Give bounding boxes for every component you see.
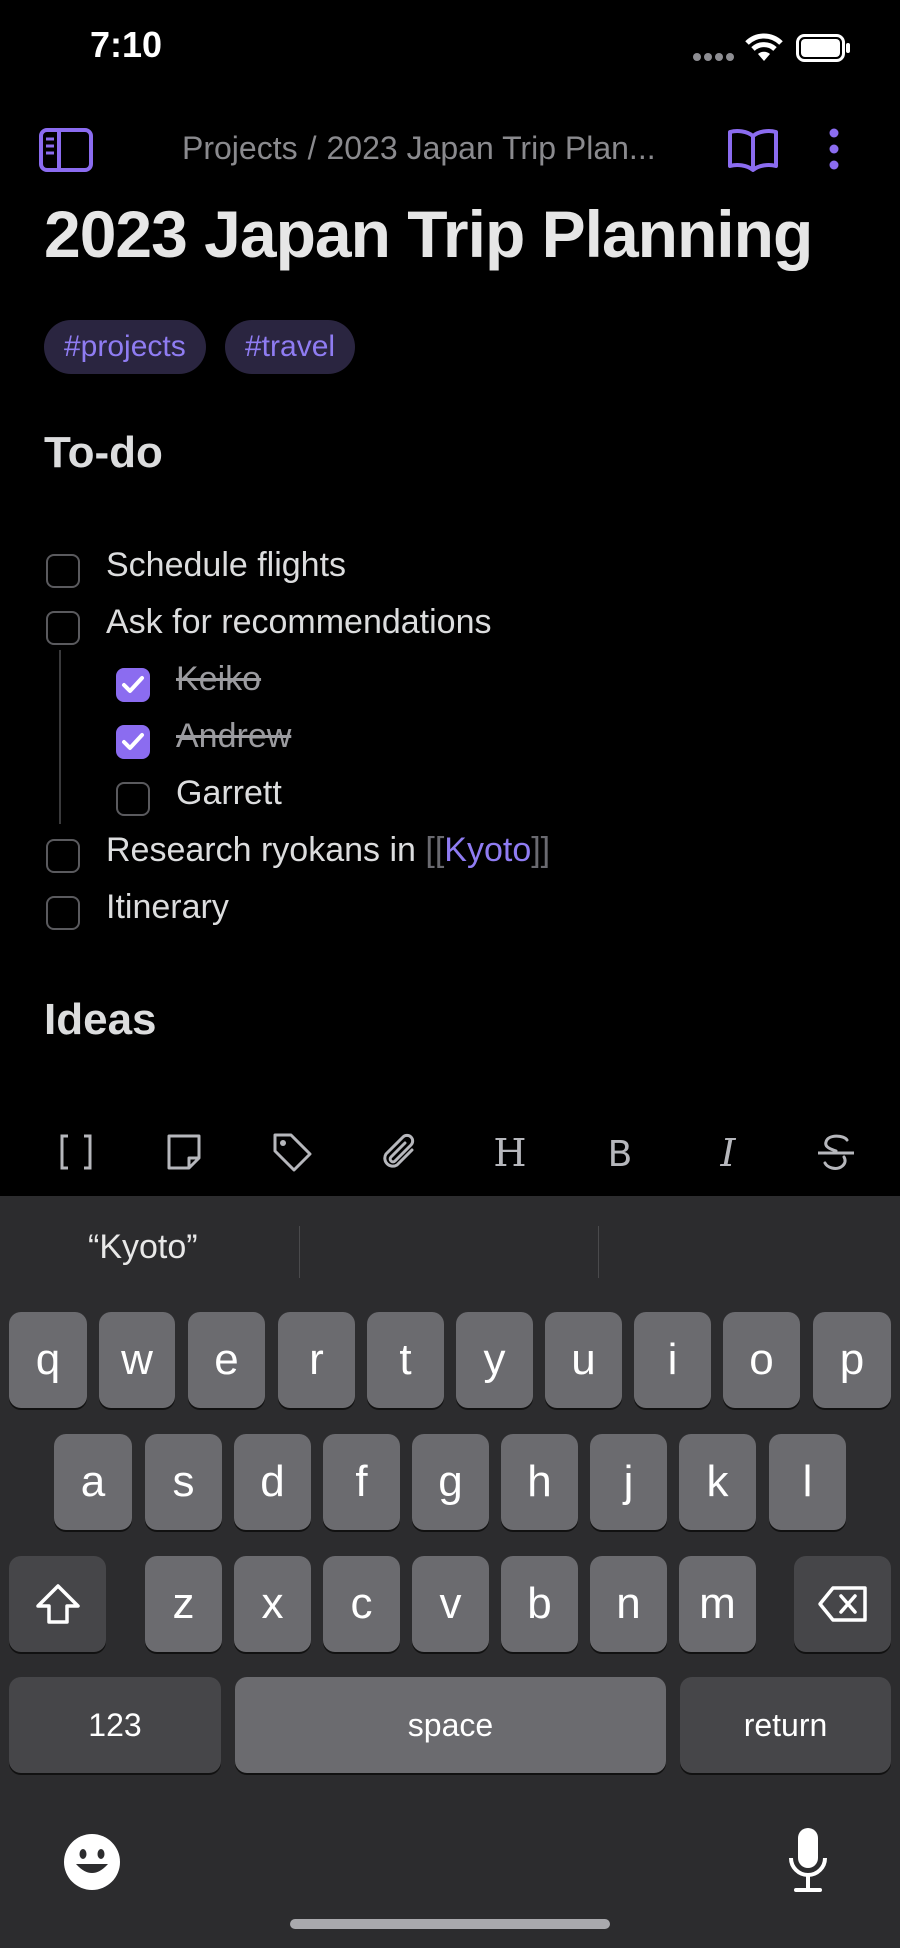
key-y[interactable]: y	[456, 1312, 533, 1408]
key-v[interactable]: v	[412, 1556, 489, 1652]
key-o[interactable]: o	[723, 1312, 800, 1408]
breadcrumb-separator: /	[307, 130, 317, 166]
key-g[interactable]: g	[412, 1434, 489, 1530]
key-x[interactable]: x	[234, 1556, 311, 1652]
suggestion-1[interactable]: “Kyoto”	[88, 1228, 198, 1267]
shift-key[interactable]	[9, 1556, 106, 1652]
suggestion-divider	[598, 1226, 599, 1278]
link-bracket-close: ]]	[531, 831, 551, 869]
heading-icon[interactable]: H	[488, 1130, 532, 1174]
battery-icon	[796, 34, 850, 62]
todo-label: Garrett	[176, 774, 282, 812]
checkbox-checked[interactable]	[116, 668, 150, 702]
key-h[interactable]: h	[501, 1434, 578, 1530]
key-z[interactable]: z	[145, 1556, 222, 1652]
todo-label: Ask for recommendations	[106, 603, 492, 641]
sidebar-toggle-icon[interactable]	[38, 127, 94, 173]
key-q[interactable]: q	[9, 1312, 87, 1408]
italic-icon[interactable]: I	[706, 1130, 750, 1174]
key-n[interactable]: n	[590, 1556, 667, 1652]
wifi-icon	[745, 33, 783, 61]
internal-link-kyoto[interactable]: Kyoto	[444, 831, 531, 869]
checkmark-icon	[122, 733, 144, 750]
checkbox[interactable]	[46, 554, 80, 588]
heading-glyph: H	[493, 1131, 526, 1174]
checkbox[interactable]	[46, 839, 80, 873]
breadcrumb-parent[interactable]: Projects	[182, 130, 298, 166]
microphone-icon[interactable]	[786, 1826, 830, 1896]
indent-guide	[59, 650, 61, 824]
backspace-icon	[817, 1586, 867, 1622]
more-options-icon[interactable]	[822, 126, 846, 172]
key-j[interactable]: j	[590, 1434, 667, 1530]
todo-label: Schedule flights	[106, 546, 347, 584]
home-indicator[interactable]	[290, 1919, 610, 1929]
return-key[interactable]: return	[680, 1677, 891, 1773]
suggestion-divider	[299, 1226, 300, 1278]
key-b[interactable]: b	[501, 1556, 578, 1652]
todo-label: Itinerary	[106, 888, 229, 926]
backspace-key[interactable]	[794, 1556, 891, 1652]
todo-label-text: Research ryokans in	[106, 831, 416, 869]
key-i[interactable]: i	[634, 1312, 711, 1408]
key-k[interactable]: k	[679, 1434, 756, 1530]
file-icon[interactable]	[162, 1130, 206, 1174]
todo-label: Keiko	[176, 660, 262, 698]
wikilink-icon[interactable]	[54, 1130, 98, 1174]
key-e[interactable]: e	[188, 1312, 265, 1408]
key-c[interactable]: c	[323, 1556, 400, 1652]
page-title: 2023 Japan Trip Planning	[44, 197, 813, 271]
key-l[interactable]: l	[769, 1434, 846, 1530]
attachment-icon[interactable]	[378, 1130, 422, 1174]
shift-icon	[35, 1584, 80, 1624]
breadcrumb: Projects/2023 Japan Trip Plan...	[182, 130, 656, 167]
checkbox-checked[interactable]	[116, 725, 150, 759]
cellular-signal-icon	[693, 53, 734, 61]
key-u[interactable]: u	[545, 1312, 622, 1408]
link-bracket-open: [[	[425, 831, 445, 869]
book-open-icon[interactable]	[727, 126, 779, 172]
key-t[interactable]: t	[367, 1312, 444, 1408]
emoji-icon[interactable]	[62, 1832, 122, 1892]
heading-ideas: Ideas	[44, 995, 157, 1044]
tag-projects[interactable]: #projects	[44, 320, 206, 374]
italic-glyph: I	[719, 1131, 736, 1174]
checkbox[interactable]	[46, 611, 80, 645]
key-a[interactable]: a	[54, 1434, 132, 1530]
key-f[interactable]: f	[323, 1434, 400, 1530]
key-r[interactable]: r	[278, 1312, 355, 1408]
strikethrough-icon[interactable]	[814, 1130, 858, 1174]
key-d[interactable]: d	[234, 1434, 311, 1530]
status-time: 7:10	[90, 24, 163, 65]
numbers-key[interactable]: 123	[9, 1677, 221, 1773]
bold-glyph: B	[608, 1134, 633, 1174]
key-m[interactable]: m	[679, 1556, 756, 1652]
checkbox[interactable]	[46, 896, 80, 930]
key-w[interactable]: w	[99, 1312, 175, 1408]
checkmark-icon	[122, 676, 144, 693]
space-key[interactable]: space	[235, 1677, 666, 1773]
key-p[interactable]: p	[813, 1312, 891, 1408]
todo-label: Research ryokans in [[Kyoto]]	[106, 831, 550, 870]
tag-icon[interactable]	[270, 1130, 314, 1174]
key-s[interactable]: s	[145, 1434, 222, 1530]
todo-label: Andrew	[176, 717, 292, 755]
checkbox[interactable]	[116, 782, 150, 816]
bold-icon[interactable]: B	[598, 1130, 642, 1174]
heading-todo: To-do	[44, 428, 163, 477]
breadcrumb-current: 2023 Japan Trip Plan...	[326, 130, 656, 166]
tag-travel[interactable]: #travel	[225, 320, 356, 374]
